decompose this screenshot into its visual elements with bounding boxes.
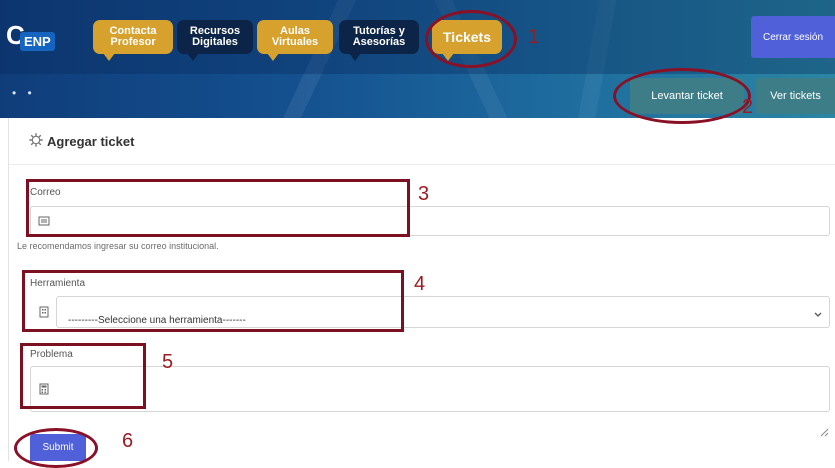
card-title: Agregar ticket — [47, 134, 135, 149]
logo-text: ENP — [20, 32, 55, 51]
email-help-text: Le recomendamos ingresar su correo insti… — [17, 241, 219, 251]
card-header: Agregar ticket — [9, 118, 835, 165]
nav-tail — [267, 53, 279, 61]
gear-icon — [29, 133, 43, 147]
annotation-number: 1 — [528, 26, 540, 48]
annotation-number: 2 — [742, 96, 754, 118]
view-tickets-label: Ver tickets — [770, 90, 821, 102]
annotation-box-tool — [22, 270, 404, 332]
nav-tail — [349, 53, 361, 61]
resize-handle-icon[interactable] — [820, 428, 829, 437]
nav-tutorias-asesorias[interactable]: Tutorías y Asesorías — [339, 20, 419, 61]
problem-textarea[interactable] — [30, 366, 830, 412]
annotation-number: 3 — [418, 183, 430, 205]
chevron-down-icon[interactable] — [813, 309, 823, 319]
nav-label: Tutorías y Asesorías — [352, 25, 406, 48]
annotation-circle-tickets — [425, 10, 517, 68]
annotation-number: 5 — [162, 351, 174, 373]
decorative-dots: • • — [12, 86, 36, 100]
nav-label: Aulas Virtuales — [271, 25, 319, 48]
nav-aulas-virtuales[interactable]: Aulas Virtuales — [257, 20, 333, 61]
nav-recursos-digitales[interactable]: Recursos Digitales — [177, 20, 253, 61]
annotation-box-problem — [20, 343, 146, 409]
nav-label: Recursos Digitales — [189, 25, 241, 48]
annotation-number: 4 — [414, 273, 426, 295]
annotation-circle-submit — [14, 428, 98, 468]
nav-label: Contacta Profesor — [109, 25, 157, 48]
logout-button[interactable]: Cerrar sesión — [751, 16, 835, 58]
nav-tail — [187, 53, 199, 61]
annotation-circle-raise-ticket — [613, 68, 751, 124]
annotation-number: 6 — [122, 430, 134, 452]
enp-logo[interactable]: C ENP — [6, 20, 58, 52]
view-tickets-button[interactable]: Ver tickets — [756, 78, 835, 114]
nav-tail — [103, 53, 115, 61]
annotation-box-email — [26, 179, 410, 237]
nav-contacta-profesor[interactable]: Contacta Profesor — [93, 20, 173, 61]
